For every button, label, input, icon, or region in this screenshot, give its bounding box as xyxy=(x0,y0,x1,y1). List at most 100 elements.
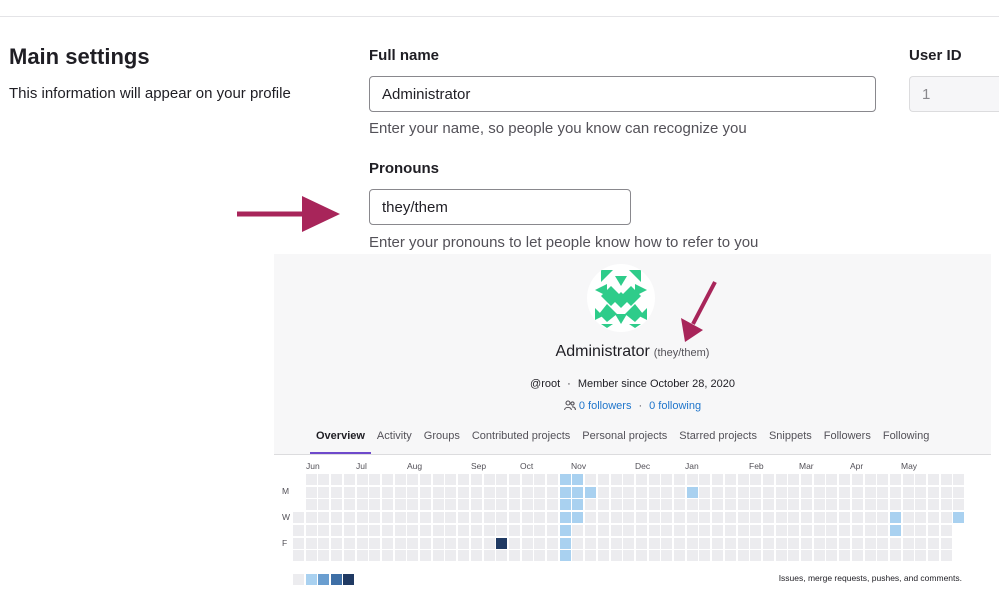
contribution-cell[interactable] xyxy=(635,512,647,524)
contribution-cell[interactable] xyxy=(851,524,863,536)
contribution-cell[interactable] xyxy=(521,512,533,524)
contribution-cell[interactable] xyxy=(661,537,673,549)
contribution-cell[interactable] xyxy=(699,474,711,485)
contribution-cell[interactable] xyxy=(318,537,330,549)
contribution-cell[interactable] xyxy=(356,537,368,549)
contribution-cell[interactable] xyxy=(610,474,622,485)
contribution-cell[interactable] xyxy=(420,550,431,562)
contribution-cell[interactable] xyxy=(597,524,609,536)
tab-following[interactable]: Following xyxy=(883,422,929,454)
contribution-cell[interactable] xyxy=(407,474,419,485)
contribution-cell[interactable] xyxy=(318,550,330,562)
contribution-cell[interactable] xyxy=(940,486,952,498)
contribution-cell[interactable] xyxy=(610,512,622,524)
contribution-cell[interactable] xyxy=(534,499,546,511)
contribution-cell[interactable] xyxy=(547,524,558,536)
contribution-cell[interactable] xyxy=(483,474,495,485)
contribution-cell[interactable] xyxy=(432,512,444,524)
contribution-cell[interactable] xyxy=(686,486,698,498)
contribution-cell[interactable] xyxy=(597,474,609,485)
contribution-cell[interactable] xyxy=(762,499,774,511)
contribution-cell[interactable] xyxy=(331,537,343,549)
contribution-cell[interactable] xyxy=(851,550,863,562)
contribution-cell[interactable] xyxy=(801,537,812,549)
contribution-cell[interactable] xyxy=(813,486,825,498)
contribution-cell[interactable] xyxy=(356,512,368,524)
contribution-cell[interactable] xyxy=(762,474,774,485)
contribution-cell[interactable] xyxy=(813,524,825,536)
contribution-cell[interactable] xyxy=(915,550,927,562)
contribution-cell[interactable] xyxy=(381,474,393,485)
contribution-cell[interactable] xyxy=(674,486,685,498)
contribution-cell[interactable] xyxy=(648,499,660,511)
contribution-cell[interactable] xyxy=(737,537,749,549)
contribution-cell[interactable] xyxy=(458,512,470,524)
contribution-cell[interactable] xyxy=(648,550,660,562)
contribution-cell[interactable] xyxy=(623,524,635,536)
contribution-cell[interactable] xyxy=(585,550,597,562)
contribution-cell[interactable] xyxy=(661,550,673,562)
contribution-cell[interactable] xyxy=(788,512,800,524)
contribution-cell[interactable] xyxy=(610,537,622,549)
contribution-cell[interactable] xyxy=(394,486,406,498)
contribution-cell[interactable] xyxy=(724,550,736,562)
contribution-cell[interactable] xyxy=(293,524,304,536)
contribution-cell[interactable] xyxy=(699,499,711,511)
contribution-cell[interactable] xyxy=(445,512,457,524)
contribution-cell[interactable] xyxy=(813,512,825,524)
contribution-cell[interactable] xyxy=(775,474,787,485)
contribution-cell[interactable] xyxy=(420,512,431,524)
tab-personal-projects[interactable]: Personal projects xyxy=(582,422,667,454)
contribution-cell[interactable] xyxy=(737,550,749,562)
contribution-cell[interactable] xyxy=(420,524,431,536)
contribution-cell[interactable] xyxy=(788,537,800,549)
contribution-cell[interactable] xyxy=(864,537,876,549)
contribution-cell[interactable] xyxy=(610,550,622,562)
contribution-cell[interactable] xyxy=(889,550,901,562)
contribution-cell[interactable] xyxy=(724,537,736,549)
contribution-cell[interactable] xyxy=(724,499,736,511)
contribution-cell[interactable] xyxy=(915,499,927,511)
contribution-cell[interactable] xyxy=(572,524,584,536)
contribution-cell[interactable] xyxy=(851,474,863,485)
tab-starred-projects[interactable]: Starred projects xyxy=(679,422,757,454)
contribution-cell[interactable] xyxy=(534,550,546,562)
contribution-cell[interactable] xyxy=(508,474,520,485)
contribution-cell[interactable] xyxy=(547,550,558,562)
contribution-cell[interactable] xyxy=(826,550,838,562)
contribution-cell[interactable] xyxy=(369,550,381,562)
contribution-cell[interactable] xyxy=(331,474,343,485)
contribution-cell[interactable] xyxy=(458,474,470,485)
contribution-cell[interactable] xyxy=(762,512,774,524)
contribution-cell[interactable] xyxy=(534,524,546,536)
contribution-cell[interactable] xyxy=(623,550,635,562)
contribution-cell[interactable] xyxy=(635,474,647,485)
contribution-cell[interactable] xyxy=(407,486,419,498)
contribution-cell[interactable] xyxy=(737,512,749,524)
contribution-cell[interactable] xyxy=(331,499,343,511)
contribution-cell[interactable] xyxy=(356,474,368,485)
contribution-cell[interactable] xyxy=(331,524,343,536)
followers-link[interactable]: 0 followers xyxy=(579,400,632,412)
contribution-cell[interactable] xyxy=(331,550,343,562)
contribution-cell[interactable] xyxy=(483,512,495,524)
contribution-cell[interactable] xyxy=(356,524,368,536)
contribution-cell[interactable] xyxy=(610,524,622,536)
contribution-cell[interactable] xyxy=(686,537,698,549)
contribution-cell[interactable] xyxy=(496,524,508,536)
contribution-cell[interactable] xyxy=(432,486,444,498)
contribution-cell[interactable] xyxy=(826,486,838,498)
contribution-cell[interactable] xyxy=(597,486,609,498)
contribution-cell[interactable] xyxy=(394,512,406,524)
contribution-cell[interactable] xyxy=(420,474,431,485)
contribution-cell[interactable] xyxy=(915,524,927,536)
contribution-cell[interactable] xyxy=(521,486,533,498)
contribution-cell[interactable] xyxy=(953,499,965,511)
contribution-cell[interactable] xyxy=(458,537,470,549)
contribution-cell[interactable] xyxy=(394,537,406,549)
contribution-cell[interactable] xyxy=(648,524,660,536)
contribution-cell[interactable] xyxy=(928,474,939,485)
contribution-cell[interactable] xyxy=(369,512,381,524)
contribution-cell[interactable] xyxy=(547,499,558,511)
contribution-cell[interactable] xyxy=(750,499,762,511)
